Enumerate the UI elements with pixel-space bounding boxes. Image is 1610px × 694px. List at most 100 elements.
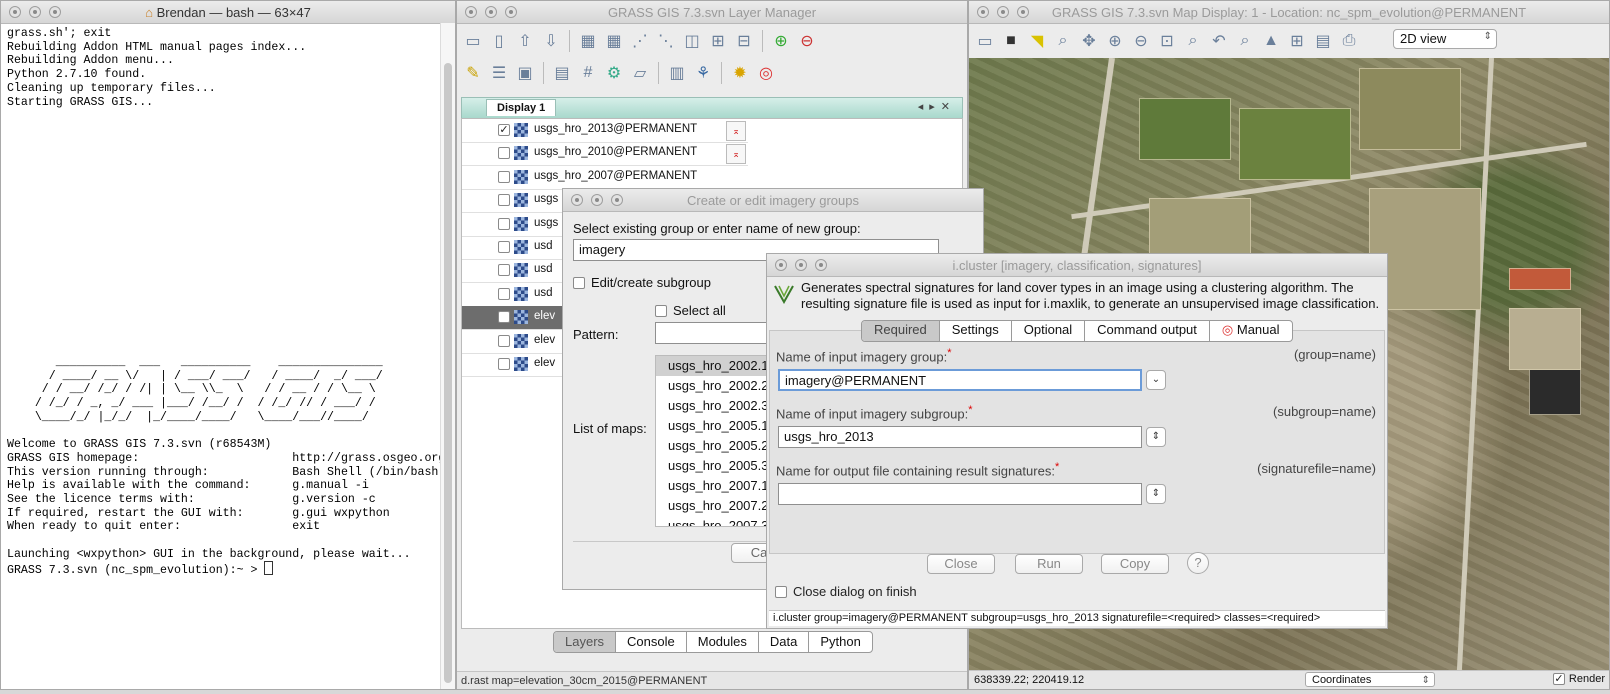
view-mode-select[interactable]: 2D view ⇕: [1393, 29, 1497, 49]
settings-icon[interactable]: ✹: [728, 61, 752, 85]
layer-opacity-icon[interactable]: ⌅: [726, 121, 746, 141]
chevron-down-icon[interactable]: ⌄: [1146, 370, 1166, 390]
edit-subgroup-toggle[interactable]: Edit/create subgroup: [573, 275, 711, 290]
select-all-toggle[interactable]: Select all: [655, 303, 726, 318]
add-vector-icon[interactable]: ⋰: [628, 29, 652, 53]
help-icon[interactable]: ◎: [754, 61, 778, 85]
python-icon[interactable]: ⚘: [691, 61, 715, 85]
tab-modules[interactable]: Modules: [687, 632, 759, 652]
edit-icon[interactable]: ✎: [461, 61, 485, 85]
add-grid-icon[interactable]: ⊟: [732, 29, 756, 53]
zoom-out-icon[interactable]: ⊖: [1129, 29, 1153, 53]
render-checkbox[interactable]: ✓: [1552, 673, 1565, 685]
terminal-scrollbar[interactable]: [440, 23, 455, 689]
add-multiple-raster-icon[interactable]: ▦: [602, 29, 626, 53]
close-on-finish-toggle[interactable]: Close dialog on finish: [775, 584, 917, 599]
zoom-region-icon[interactable]: ⌕: [1181, 29, 1205, 53]
status-mode-select[interactable]: Coordinates ⇕: [1305, 672, 1435, 687]
list-item[interactable]: usgs_hro_2007.2: [656, 496, 776, 516]
layer-visibility-checkbox[interactable]: [498, 334, 510, 347]
list-item[interactable]: usgs_hro_2007.3: [656, 516, 776, 526]
zoom-in-icon[interactable]: ⊕: [1103, 29, 1127, 53]
help-button[interactable]: ?: [1187, 552, 1209, 574]
modeler-icon[interactable]: ⚙: [602, 61, 626, 85]
layer-visibility-checkbox[interactable]: [498, 217, 510, 230]
render-toggle[interactable]: ✓ Render: [1552, 673, 1605, 685]
imagery-dialog-titlebar[interactable]: Create or edit imagery groups: [563, 189, 983, 212]
decoration-icon[interactable]: ⊞: [1285, 29, 1309, 53]
tab-console[interactable]: Console: [616, 632, 687, 652]
maps-list[interactable]: usgs_hro_2002.1 usgs_hro_2002.2 usgs_hro_2…: [655, 355, 777, 527]
add-layer-icon[interactable]: ⊕: [769, 29, 793, 53]
zoom-back-icon[interactable]: ↶: [1207, 29, 1231, 53]
layer-opacity-icon[interactable]: ⌅: [726, 144, 746, 165]
add-overlay-icon[interactable]: ◫: [680, 29, 704, 53]
layer-visibility-checkbox[interactable]: [498, 170, 510, 183]
print-icon[interactable]: ⎙: [1337, 29, 1361, 53]
layer-visibility-checkbox[interactable]: [498, 241, 510, 253]
tab-manual[interactable]: ◎ Manual: [1210, 321, 1292, 341]
scrollbar-thumb[interactable]: [444, 63, 452, 683]
add-raster-icon[interactable]: ▦: [576, 29, 600, 53]
list-item[interactable]: usgs_hro_2005.3: [656, 456, 776, 476]
tab-command-output[interactable]: Command output: [1085, 321, 1210, 341]
group-input[interactable]: imagery@PERMANENT: [778, 369, 1142, 391]
list-item[interactable]: usgs_hro_2007.1: [656, 476, 776, 496]
tab-required[interactable]: Required: [862, 321, 940, 341]
layer-visibility-checkbox[interactable]: [498, 311, 510, 324]
list-item[interactable]: usgs_hro_2002.2: [656, 376, 776, 396]
tab-optional[interactable]: Optional: [1012, 321, 1086, 341]
pan-icon[interactable]: ✥: [1077, 29, 1101, 53]
signaturefile-input[interactable]: [778, 483, 1142, 505]
save-icon[interactable]: ⇩: [539, 29, 563, 53]
terminal-output[interactable]: grass.sh'; exit Rebuilding Addon HTML ma…: [7, 27, 445, 578]
erase-display-icon[interactable]: ■: [999, 29, 1023, 53]
select-all-checkbox[interactable]: [655, 304, 667, 317]
stepper-icon[interactable]: ⇕: [1146, 484, 1166, 504]
edit-subgroup-checkbox[interactable]: [573, 276, 585, 289]
layer-row[interactable]: ✓ usgs_hro_2013@PERMANENT ⌅: [462, 119, 748, 143]
display-map-icon[interactable]: ▭: [973, 29, 997, 53]
query-icon[interactable]: ⌕: [1051, 29, 1075, 53]
close-on-finish-checkbox[interactable]: [775, 585, 787, 598]
save-image-icon[interactable]: ▤: [1311, 29, 1335, 53]
attribute-table-icon[interactable]: ☰: [487, 61, 511, 85]
georectify-icon[interactable]: #: [576, 61, 600, 85]
close-button[interactable]: Close: [927, 554, 995, 574]
pointer-icon[interactable]: ◥: [1025, 29, 1049, 53]
layer-visibility-checkbox[interactable]: ✓: [498, 124, 510, 136]
zoom-menu-icon[interactable]: ⌕: [1233, 29, 1257, 53]
map-calculator-icon[interactable]: ▤: [550, 61, 574, 85]
tab-python[interactable]: Python: [809, 632, 871, 652]
stepper-icon[interactable]: ⇕: [1146, 427, 1166, 447]
layer-visibility-checkbox[interactable]: [498, 194, 510, 207]
remove-layer-icon[interactable]: ⊖: [795, 29, 819, 53]
list-item[interactable]: usgs_hro_2002.1: [656, 356, 776, 376]
layer-visibility-checkbox[interactable]: [498, 147, 510, 160]
terminal-window[interactable]: ⌂ Brendan — bash — 63×47 grass.sh'; exit…: [0, 0, 456, 690]
layer-visibility-checkbox[interactable]: [498, 264, 510, 277]
map-display-titlebar[interactable]: GRASS GIS 7.3.svn Map Display: 1 - Locat…: [969, 1, 1609, 24]
zoom-extent-icon[interactable]: ⊡: [1155, 29, 1179, 53]
copy-button[interactable]: Copy: [1101, 554, 1169, 574]
icluster-dialog[interactable]: i.cluster [imagery, classification, sign…: [766, 253, 1388, 629]
cartographic-icon[interactable]: ▱: [628, 61, 652, 85]
script-icon[interactable]: ▥: [665, 61, 689, 85]
analyze-icon[interactable]: ▲: [1259, 29, 1283, 53]
open-icon[interactable]: ⇧: [513, 29, 537, 53]
workspace-icon[interactable]: ▯: [487, 29, 511, 53]
subgroup-input[interactable]: usgs_hro_2013: [778, 426, 1142, 448]
layer-row[interactable]: usgs_hro_2010@PERMANENT ⌅: [462, 142, 748, 167]
list-item[interactable]: usgs_hro_2005.2: [656, 436, 776, 456]
add-group-icon[interactable]: ⊞: [706, 29, 730, 53]
terminal-titlebar[interactable]: ⌂ Brendan — bash — 63×47: [1, 1, 455, 24]
icluster-titlebar[interactable]: i.cluster [imagery, classification, sign…: [767, 254, 1387, 277]
tab-settings[interactable]: Settings: [940, 321, 1012, 341]
tab-controls[interactable]: ◂▸✕: [918, 100, 956, 113]
run-button[interactable]: Run: [1015, 554, 1083, 574]
tab-display-1[interactable]: Display 1: [486, 99, 557, 116]
nviz-icon[interactable]: ▣: [513, 61, 537, 85]
layer-row[interactable]: usgs_hro_2007@PERMANENT: [462, 166, 748, 190]
layer-visibility-checkbox[interactable]: [498, 287, 510, 300]
tab-layers[interactable]: Layers: [554, 632, 617, 652]
